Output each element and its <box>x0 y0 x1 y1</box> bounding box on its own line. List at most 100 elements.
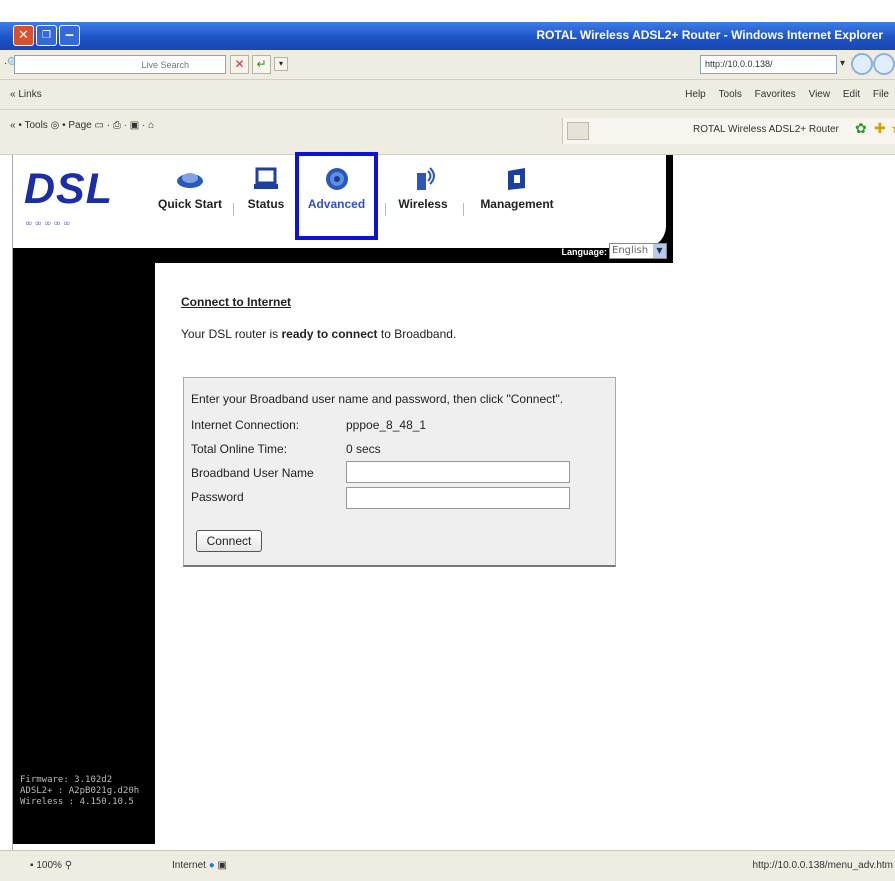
status-bar: ▪ 100% ⚲ Internet ● ▣ http://10.0.0.138/… <box>0 850 895 881</box>
cmd-page[interactable]: Page <box>68 120 91 131</box>
nav-divider <box>385 203 386 216</box>
go-icon[interactable]: ↵ <box>252 55 271 74</box>
status-bold: ready to connect <box>281 327 378 341</box>
status-url: http://10.0.0.138/menu_adv.htm <box>752 860 893 871</box>
menu-favorites[interactable]: Favorites <box>755 89 796 100</box>
language-value: English <box>612 245 649 256</box>
wireless-line: Wireless : 4.150.10.5 <box>20 797 134 807</box>
status-message: Your DSL router is ready to connect to B… <box>181 327 456 341</box>
content-panel-corner <box>155 263 673 275</box>
menu-file[interactable]: File <box>873 89 889 100</box>
nav-advanced[interactable]: Advanced <box>295 152 378 240</box>
stop-icon[interactable]: ✕ <box>230 55 249 74</box>
user-name-input[interactable] <box>346 461 570 483</box>
language-select[interactable]: English ▼ <box>609 243 667 259</box>
address-dropdown-icon[interactable]: ▾ <box>840 58 845 69</box>
home-icon[interactable]: ⌂ <box>148 120 154 131</box>
dsl-logo: DSL <box>24 165 113 213</box>
nav-management[interactable]: Management <box>471 166 563 211</box>
status-icon <box>254 167 278 189</box>
links-text: Links <box>18 89 42 100</box>
security-zone: Internet ● ▣ <box>172 860 227 871</box>
wireless-icon <box>417 167 435 190</box>
back-icon[interactable] <box>851 53 873 75</box>
minimize-icon[interactable]: ‒ <box>59 25 80 46</box>
online-time-value: 0 secs <box>346 442 381 456</box>
header-panel: DSL ∞∞∞∞∞ Quick Start Status Advanced Wi… <box>13 152 666 248</box>
nav-label: Advanced <box>307 197 366 211</box>
management-icon <box>508 168 525 190</box>
command-items: « • Tools ◎ • Page ▭ · ⎙ · ▣ · ⌂ <box>10 120 155 131</box>
page-title: Connect to Internet <box>181 295 291 309</box>
top-strip <box>0 0 895 22</box>
zoom-control[interactable]: ▪ 100% ⚲ <box>30 860 72 871</box>
tab-title[interactable]: ROTAL Wireless ADSL2+ Router <box>693 124 839 135</box>
chevron-down-icon[interactable]: ▼ <box>653 244 666 258</box>
command-bar: « • Tools ◎ • Page ▭ · ⎙ · ▣ · ⌂ ROTAL W… <box>0 110 895 155</box>
cmd-tools[interactable]: Tools <box>24 120 47 131</box>
favorites-star-icon[interactable]: ★ <box>890 121 895 137</box>
internet-connection-value: pppoe_8_48_1 <box>346 418 427 432</box>
advanced-icon <box>325 168 348 190</box>
language-selector: Language: English ▼ <box>513 242 673 262</box>
logo-wave: ∞∞∞∞∞ <box>25 219 73 229</box>
password-input[interactable] <box>346 487 570 509</box>
connect-form: Enter your Broadband user name and passw… <box>183 377 616 567</box>
connect-button[interactable]: Connect <box>196 530 262 552</box>
form-instruction: Enter your Broadband user name and passw… <box>191 392 564 406</box>
internet-connection-label: Internet Connection: <box>191 418 300 432</box>
menu-view[interactable]: View <box>809 89 831 100</box>
firmware-line: Firmware: 3.102d2 <box>20 775 113 785</box>
nav-label: Management <box>480 197 554 211</box>
zoom-level: 100% <box>36 860 62 871</box>
dropdown-icon[interactable]: ▾ <box>274 57 288 71</box>
window-title: ROTAL Wireless ADSL2+ Router - Windows I… <box>536 28 883 42</box>
status-suffix: to Broadband. <box>380 327 457 341</box>
forward-icon[interactable] <box>873 53 895 75</box>
add-favorites-icon[interactable]: ✚ <box>874 121 886 137</box>
status-prefix: Your DSL router is <box>181 327 279 341</box>
close-icon[interactable]: ✕ <box>13 25 34 46</box>
restore-icon[interactable]: ❐ <box>36 25 57 46</box>
title-bar: ✕ ❐ ‒ ROTAL Wireless ADSL2+ Router - Win… <box>0 22 895 50</box>
protected-mode-icon: ▣ <box>217 860 227 871</box>
address-input[interactable]: http://10.0.0.138/ <box>700 55 837 74</box>
nav-label: Wireless <box>398 197 448 211</box>
nav-label: Quick Start <box>157 197 223 211</box>
address-toolbar: ·🔍 ✕ ↵ ▾ http://10.0.0.138/ ▾ <box>0 50 895 80</box>
nav-divider <box>463 203 464 216</box>
nav-status[interactable]: Status <box>241 166 291 211</box>
zone-label: Internet <box>172 860 206 871</box>
new-tab-button[interactable] <box>567 122 589 140</box>
page-icon[interactable]: ▭ <box>95 120 104 131</box>
zoom-icon: ⚲ <box>64 860 73 871</box>
language-label: Language: <box>561 247 607 257</box>
feeds-icon[interactable]: ▣ <box>130 120 139 131</box>
online-time-label: Total Online Time: <box>191 442 288 456</box>
print-icon[interactable]: ⎙ <box>113 120 121 131</box>
globe-icon: ● <box>208 860 215 871</box>
search-input[interactable] <box>49 58 189 72</box>
menu-tools[interactable]: Tools <box>719 89 742 100</box>
password-label: Password <box>191 490 244 504</box>
nav-divider <box>233 203 234 216</box>
page-viewport: Firmware: 3.102d2 ADSL2+ : A2pB021g.d20h… <box>12 152 895 850</box>
adsl-line: ADSL2+ : A2pB021g.d20h <box>20 786 140 796</box>
left-sidebar: Firmware: 3.102d2 ADSL2+ : A2pB021g.d20h… <box>13 263 155 844</box>
tab-strip: ROTAL Wireless ADSL2+ Router ✿ ✚ ★ <box>562 118 895 144</box>
nav-label: Status <box>247 197 285 211</box>
tab-icon: ✿ <box>855 121 867 137</box>
router-header: DSL ∞∞∞∞∞ Quick Start Status Advanced Wi… <box>13 152 673 263</box>
nav-wireless[interactable]: Wireless <box>393 166 453 211</box>
quick-start-icon <box>177 173 203 188</box>
menu-items: Help Tools Favorites View Edit File <box>675 89 889 100</box>
menu-edit[interactable]: Edit <box>843 89 860 100</box>
menu-help[interactable]: Help <box>685 89 706 100</box>
tools-icon[interactable]: ◎ <box>51 120 60 131</box>
nav-quick-start[interactable]: Quick Start <box>155 166 225 211</box>
links-label[interactable]: « Links <box>10 89 42 100</box>
menu-bar: « Links Help Tools Favorites View Edit F… <box>0 80 895 110</box>
search-box[interactable] <box>14 55 226 74</box>
firmware-info: Firmware: 3.102d2 ADSL2+ : A2pB021g.d20h… <box>20 775 139 808</box>
user-name-label: Broadband User Name <box>191 466 314 480</box>
